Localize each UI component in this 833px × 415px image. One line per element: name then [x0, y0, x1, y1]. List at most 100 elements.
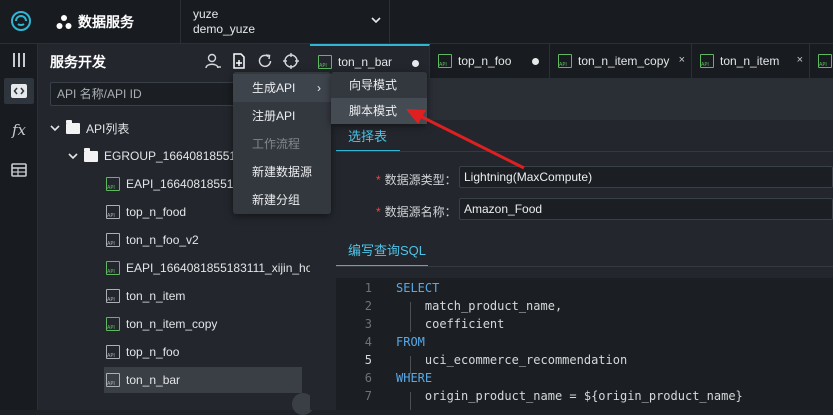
- line-number: 3: [364, 317, 372, 331]
- tree-item[interactable]: top_n_foo: [106, 341, 179, 363]
- divider: [336, 266, 833, 267]
- tree-root-label: API列表: [86, 121, 130, 136]
- line-number: 1: [364, 281, 372, 295]
- left-nav: fx: [0, 44, 38, 410]
- code-text: origin_product_name = ${origin_product_n…: [396, 389, 743, 403]
- divider: [180, 0, 181, 44]
- menu-item-register-api[interactable]: 注册API: [233, 102, 331, 130]
- tab-top-n-foo[interactable]: top_n_foo: [430, 44, 550, 78]
- project-name: demo_yuze: [193, 22, 256, 36]
- tree-item-selected[interactable]: ton_n_bar: [104, 367, 302, 393]
- refresh-icon[interactable]: [256, 52, 274, 70]
- user-add-icon[interactable]: [204, 52, 222, 70]
- code-icon[interactable]: [4, 78, 34, 104]
- tab-label: ton_n_item: [720, 54, 780, 68]
- code-text: coefficient: [396, 317, 505, 331]
- tree-group[interactable]: EGROUP_166408185518: [68, 145, 243, 167]
- section-select-table[interactable]: 选择表: [348, 126, 387, 145]
- datasource-name-label-text: 数据源名称：: [384, 205, 457, 219]
- table-icon[interactable]: [9, 160, 29, 180]
- menu-item-generate-api[interactable]: 生成API ›: [233, 74, 331, 102]
- chevron-down-icon[interactable]: [68, 151, 78, 161]
- api-icon: [818, 54, 832, 68]
- datasource-name-label: * 数据源名称：: [376, 205, 457, 219]
- tree-item[interactable]: EAPI_1664081855183111_xijin_hos: [106, 257, 310, 279]
- line-number: 6: [364, 371, 372, 385]
- tab-overflow[interactable]: [810, 44, 833, 78]
- sql-keyword: WHERE: [396, 371, 433, 385]
- api-icon: [438, 54, 452, 68]
- chevron-down-icon[interactable]: [50, 123, 60, 133]
- api-icon: [106, 261, 120, 275]
- line-number: 4: [364, 335, 372, 349]
- tab-ton-n-item[interactable]: ton_n_item ×: [692, 44, 810, 78]
- panel-columns-icon[interactable]: [9, 50, 29, 70]
- tree-item[interactable]: EAPI_166408185518: [106, 173, 240, 195]
- app-brand[interactable]: 数据服务: [56, 10, 134, 34]
- api-icon: [700, 54, 714, 68]
- line-number: 2: [364, 299, 372, 313]
- menu-item-new-group[interactable]: 新建分组: [233, 186, 331, 214]
- function-icon[interactable]: fx: [9, 120, 29, 140]
- datasource-type-label: * 数据源类型：: [376, 173, 457, 187]
- locate-icon[interactable]: [282, 52, 300, 70]
- new-context-menu: 生成API › 注册API 工作流程 新建数据源 新建分组: [233, 72, 331, 214]
- line-number: 5: [364, 353, 372, 367]
- project-user: yuze: [193, 7, 219, 21]
- code-text: match_product_name,: [396, 299, 563, 313]
- folder-icon: [66, 119, 80, 134]
- tree-item-label: ton_n_item: [126, 289, 186, 303]
- tree-item[interactable]: ton_n_item_copy: [106, 313, 217, 335]
- tree-item[interactable]: ton_n_item: [106, 285, 185, 307]
- api-icon: [106, 177, 120, 191]
- tree-item-label: ton_n_bar: [126, 373, 181, 387]
- project-selector[interactable]: yuze demo_yuze: [193, 7, 255, 37]
- api-icon: [106, 345, 120, 359]
- api-icon: [106, 317, 120, 331]
- line-number: 7: [364, 389, 372, 403]
- tree-item-label: ton_n_foo_v2: [126, 233, 199, 247]
- tree-item[interactable]: ton_n_foo_v2: [106, 229, 199, 251]
- sql-keyword: SELECT: [396, 281, 440, 295]
- datasource-name-select[interactable]: Amazon_Food: [459, 198, 833, 220]
- code-line: 4 FROM: [336, 335, 833, 353]
- tab-ton-n-item-copy[interactable]: ton_n_item_copy ×: [550, 44, 692, 78]
- tree-root-api-list[interactable]: API列表: [50, 117, 129, 139]
- tree-item-label: EAPI_1664081855183111_xijin_hos: [126, 261, 310, 275]
- api-icon: [106, 289, 120, 303]
- unsaved-dot-icon: [412, 60, 419, 67]
- divider: [336, 151, 833, 152]
- sql-code-editor[interactable]: 1 SELECT 2 match_product_name, 3 coeffic…: [336, 278, 833, 410]
- menu-item-wizard-mode[interactable]: 向导模式: [331, 72, 427, 98]
- menu-item-label: 生成API: [252, 81, 296, 95]
- tree-item-label: top_n_food: [126, 205, 187, 219]
- top-bar: 数据服务 yuze demo_yuze: [0, 0, 833, 44]
- code-line: 3 coefficient: [336, 317, 833, 335]
- api-icon: [106, 373, 120, 387]
- generate-api-submenu: 向导模式 脚本模式: [331, 72, 427, 124]
- chevron-down-icon[interactable]: [371, 15, 381, 25]
- new-file-icon[interactable]: [230, 52, 248, 70]
- tree-item[interactable]: top_n_food: [106, 201, 186, 223]
- folder-icon: [84, 147, 98, 162]
- divider: [389, 0, 390, 44]
- code-line: 2 match_product_name,: [336, 299, 833, 317]
- tree-item-label: EAPI_166408185518: [126, 177, 241, 191]
- code-line: 5 uci_ecommerce_recommendation: [336, 353, 833, 371]
- datasource-type-label-text: 数据源类型：: [384, 173, 457, 187]
- tab-label: ton_n_bar: [338, 55, 393, 69]
- tab-label: top_n_foo: [458, 54, 512, 68]
- api-icon: [106, 205, 120, 219]
- service-nodes-icon: [56, 15, 72, 29]
- code-line: 6 WHERE: [336, 371, 833, 389]
- section-write-sql[interactable]: 编写查询SQL: [348, 240, 426, 259]
- api-icon: [106, 233, 120, 247]
- tree-group-label: EGROUP_166408185518: [104, 149, 243, 163]
- dataworks-logo-icon[interactable]: [10, 10, 32, 32]
- datasource-type-select[interactable]: Lightning(MaxCompute): [459, 166, 833, 188]
- menu-item-new-datasource[interactable]: 新建数据源: [233, 158, 331, 186]
- menu-item-script-mode[interactable]: 脚本模式: [331, 98, 427, 124]
- tree-item-label: ton_n_item_copy: [126, 317, 218, 331]
- close-icon[interactable]: ×: [679, 54, 685, 66]
- close-icon[interactable]: ×: [797, 54, 803, 66]
